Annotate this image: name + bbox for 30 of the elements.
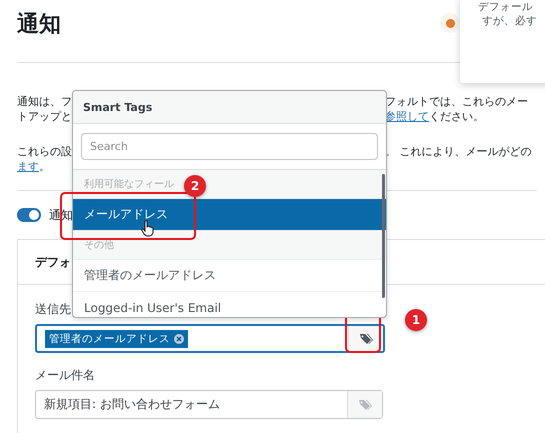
description-text: フォルトでは、これらのメー: [385, 95, 528, 108]
tag-icon: [358, 398, 372, 410]
tag-icon: [359, 332, 373, 344]
tooltip-text: すが、必す: [481, 14, 538, 28]
tag-chip[interactable]: 管理者のメールアドレス: [45, 330, 188, 348]
description-text: 通知は、フ: [17, 95, 72, 108]
description-text: 。: [39, 160, 50, 173]
input-field[interactable]: 管理者のメールアドレス: [35, 324, 385, 353]
toggle-switch[interactable]: [17, 208, 41, 222]
card-title: デフォ: [35, 254, 71, 270]
description-text: ください。: [429, 110, 484, 123]
toggle-label: 通知: [49, 206, 73, 224]
description-text: トアップと: [17, 110, 72, 123]
smart-tags-button[interactable]: [348, 326, 383, 351]
field-label: メール件名: [35, 367, 95, 384]
scrollbar[interactable]: [382, 174, 385, 298]
help-link[interactable]: ます: [17, 160, 39, 173]
step-badge: 1: [405, 309, 427, 331]
pointer-dot: [440, 13, 460, 33]
input-field[interactable]: 新規項目: お問い合わせフォーム: [35, 390, 383, 419]
remove-icon[interactable]: [174, 334, 184, 344]
page-title: 通知: [17, 11, 61, 39]
tooltip-text: デフォール: [478, 0, 534, 14]
group-label: 利用可能なフィール: [84, 178, 174, 191]
field-label: 送信先: [35, 301, 71, 318]
group-label: その他: [84, 239, 114, 252]
field-value: 新規項目: お問い合わせフォーム: [44, 396, 220, 413]
search-field[interactable]: Search: [81, 133, 378, 160]
dropdown-title: Smart Tags: [83, 100, 152, 114]
description-text: これらの設: [17, 145, 72, 158]
